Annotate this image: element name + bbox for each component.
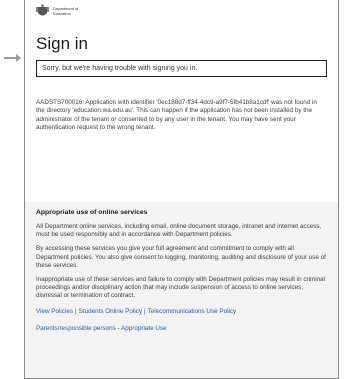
- sign-in-card: Department of Education Sign in Sorry, b…: [24, 0, 339, 379]
- link-separator: |: [74, 307, 77, 315]
- arrow-right-icon: [4, 54, 21, 62]
- crest-icon: [36, 4, 49, 16]
- department-logo: Department of Education: [36, 4, 338, 18]
- footer-paragraph-2: By accessing these services you give you…: [36, 245, 326, 269]
- link-separator: |: [143, 307, 146, 315]
- students-online-policy-link[interactable]: Students Online Policy: [79, 308, 142, 315]
- telecommunications-policy-link[interactable]: Telecommunications Use Policy: [148, 308, 237, 315]
- parents-link-row: Parents/responsible persons - Appropriat…: [36, 324, 327, 333]
- footer-paragraph-3: Inappropriate use of these services and …: [36, 276, 326, 300]
- page-title: Sign in: [36, 34, 88, 53]
- appropriate-use-footer: Appropriate use of online services All D…: [25, 202, 338, 378]
- policy-links: View Policies | Students Online Policy | Tel…: [36, 307, 327, 316]
- error-detail: AADSTS700016: Application with identifie…: [36, 99, 317, 132]
- view-policies-link[interactable]: View Policies: [36, 308, 73, 315]
- error-message: Sorry, but we're having trouble with sig…: [36, 60, 327, 77]
- footer-paragraph-1: All Department online services, includin…: [36, 223, 322, 239]
- header: Department of Education: [25, 0, 338, 36]
- logo-line2: Education: [53, 11, 71, 16]
- footer-heading: Appropriate use of online services: [36, 209, 148, 216]
- parents-appropriate-use-link[interactable]: Parents/responsible persons - Appropriat…: [36, 325, 167, 332]
- logo-text: Department of Education: [53, 6, 78, 16]
